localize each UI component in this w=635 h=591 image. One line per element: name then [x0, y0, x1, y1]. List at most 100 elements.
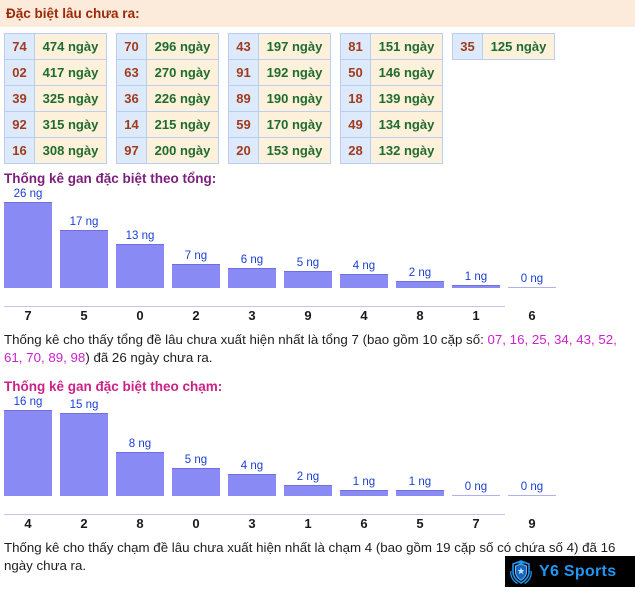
gan-tables-container: 74 474 ngày 02 417 ngày 39 325 ngày 92 315 ngày…	[0, 27, 635, 164]
bar	[172, 264, 220, 288]
gan-days-cell: 296 ngày	[146, 33, 219, 60]
bar-value-label: 6 ng	[240, 254, 264, 266]
bar	[452, 285, 500, 288]
bar	[60, 413, 108, 496]
bar-value-label: 4 ng	[240, 460, 264, 472]
table-row: 18 139 ngày	[340, 85, 443, 112]
chart-block-tong: Thống kê gan đặc biệt theo tổng: 26 ng 17…	[0, 171, 635, 325]
table-row: 20 153 ngày	[228, 137, 331, 164]
gan-number-cell: 20	[228, 137, 259, 164]
table-row: 59 170 ngày	[228, 111, 331, 138]
table-row: 81 151 ngày	[340, 33, 443, 60]
bar-column: 0 ng	[508, 396, 556, 496]
gan-number-cell: 18	[340, 85, 371, 112]
bar-category-label: 3	[248, 308, 256, 323]
bar	[228, 268, 276, 288]
table-row: 28 132 ngày	[340, 137, 443, 164]
gan-days-cell: 325 ngày	[34, 85, 107, 112]
bar-category-label: 2	[192, 308, 200, 323]
bar-value-label: 1 ng	[464, 271, 488, 283]
bar-value-label: 17 ng	[69, 216, 99, 228]
bar-column: 7 ng	[172, 188, 220, 288]
table-row: 70 296 ngày	[116, 33, 219, 60]
bar	[508, 495, 556, 496]
table-row: 36 226 ngày	[116, 85, 219, 112]
bar-value-label: 13 ng	[125, 230, 155, 242]
bar-category-label: 9	[528, 516, 536, 531]
chart-cham-categories: 4 2 8 0 3 1 6 5 7 9	[0, 515, 635, 533]
gan-number-cell: 92	[4, 111, 35, 138]
bar-column: 13 ng	[116, 188, 164, 288]
bar	[340, 490, 388, 496]
table-row: 63 270 ngày	[116, 59, 219, 86]
bar-column: 4 ng	[340, 188, 388, 288]
bar-category-label: 0	[136, 308, 144, 323]
table-row: 43 197 ngày	[228, 33, 331, 60]
bar	[508, 287, 556, 288]
table-row: 02 417 ngày	[4, 59, 107, 86]
bar	[340, 274, 388, 288]
bar-value-label: 8 ng	[128, 438, 152, 450]
gan-table: 81 151 ngày 50 146 ngày 18 139 ngày 49 134 ngày…	[340, 33, 443, 164]
gan-number-cell: 70	[116, 33, 147, 60]
gan-days-cell: 192 ngày	[258, 59, 331, 86]
gan-number-cell: 91	[228, 59, 259, 86]
chart-tong: 26 ng 17 ng 13 ng 7 ng 6 ng 5 ng 4 ng 2 ng 1 ng 0…	[0, 188, 635, 306]
bar-value-label: 0 ng	[520, 273, 544, 285]
bar-column: 0 ng	[508, 188, 556, 288]
gan-number-cell: 43	[228, 33, 259, 60]
table-row: 92 315 ngày	[4, 111, 107, 138]
gan-table: 43 197 ngày 91 192 ngày 89 190 ngày 59 170 ngày…	[228, 33, 331, 164]
bar-category-label: 0	[192, 516, 200, 531]
bar-column: 6 ng	[228, 188, 276, 288]
bar-category-label: 6	[360, 516, 368, 531]
chart-tong-bars: 26 ng 17 ng 13 ng 7 ng 6 ng 5 ng 4 ng 2 ng 1 ng 0…	[4, 188, 635, 288]
gan-number-cell: 74	[4, 33, 35, 60]
gan-number-cell: 28	[340, 137, 371, 164]
bar	[396, 281, 444, 288]
gan-table: 70 296 ngày 63 270 ngày 36 226 ngày 14 215 ngày…	[116, 33, 219, 164]
gan-number-cell: 63	[116, 59, 147, 86]
gan-table: 35 125 ngày	[452, 33, 555, 60]
summary-paragraph-tong: Thống kê cho thấy tổng đề lâu chưa xuất …	[0, 325, 635, 367]
gan-days-cell: 226 ngày	[146, 85, 219, 112]
bar-column: 1 ng	[396, 396, 444, 496]
gan-days-cell: 146 ngày	[370, 59, 443, 86]
bar-value-label: 15 ng	[69, 399, 99, 411]
gan-days-cell: 474 ngày	[34, 33, 107, 60]
bar	[228, 474, 276, 496]
bar-value-label: 2 ng	[296, 471, 320, 483]
bar-column: 0 ng	[452, 396, 500, 496]
gan-table: 74 474 ngày 02 417 ngày 39 325 ngày 92 315 ngày…	[4, 33, 107, 164]
bar-category-label: 8	[416, 308, 424, 323]
bar	[116, 244, 164, 288]
chart-cham: 16 ng 15 ng 8 ng 5 ng 4 ng 2 ng 1 ng 1 ng 0 ng 0 …	[0, 396, 635, 514]
shield-crest-icon	[507, 558, 535, 586]
gan-number-cell: 49	[340, 111, 371, 138]
bar-column: 4 ng	[228, 396, 276, 496]
bar	[116, 452, 164, 496]
table-row: 14 215 ngày	[116, 111, 219, 138]
bar-column: 5 ng	[172, 396, 220, 496]
bar-column: 2 ng	[284, 396, 332, 496]
page-title: Đặc biệt lâu chưa ra:	[6, 6, 140, 21]
bar-value-label: 4 ng	[352, 260, 376, 272]
chart-block-cham: Thống kê gan đặc biệt theo chạm: 16 ng 15…	[0, 379, 635, 533]
bar	[396, 490, 444, 496]
chart-tong-categories: 7 5 0 2 3 9 4 8 1 6	[0, 307, 635, 325]
gan-number-cell: 97	[116, 137, 147, 164]
bar-value-label: 1 ng	[408, 476, 432, 488]
bar	[284, 271, 332, 288]
table-row: 35 125 ngày	[452, 33, 555, 60]
bar-value-label: 0 ng	[464, 481, 488, 493]
gan-number-cell: 81	[340, 33, 371, 60]
table-row: 39 325 ngày	[4, 85, 107, 112]
bar-value-label: 16 ng	[13, 396, 43, 408]
summary-tong-part1: Thống kê cho thấy tổng đề lâu chưa xuất …	[4, 332, 488, 347]
gan-number-cell: 02	[4, 59, 35, 86]
bar-column: 5 ng	[284, 188, 332, 288]
bar	[172, 468, 220, 496]
bar-category-label: 8	[136, 516, 144, 531]
gan-number-cell: 59	[228, 111, 259, 138]
chart-title-cham: Thống kê gan đặc biệt theo chạm:	[4, 379, 223, 394]
